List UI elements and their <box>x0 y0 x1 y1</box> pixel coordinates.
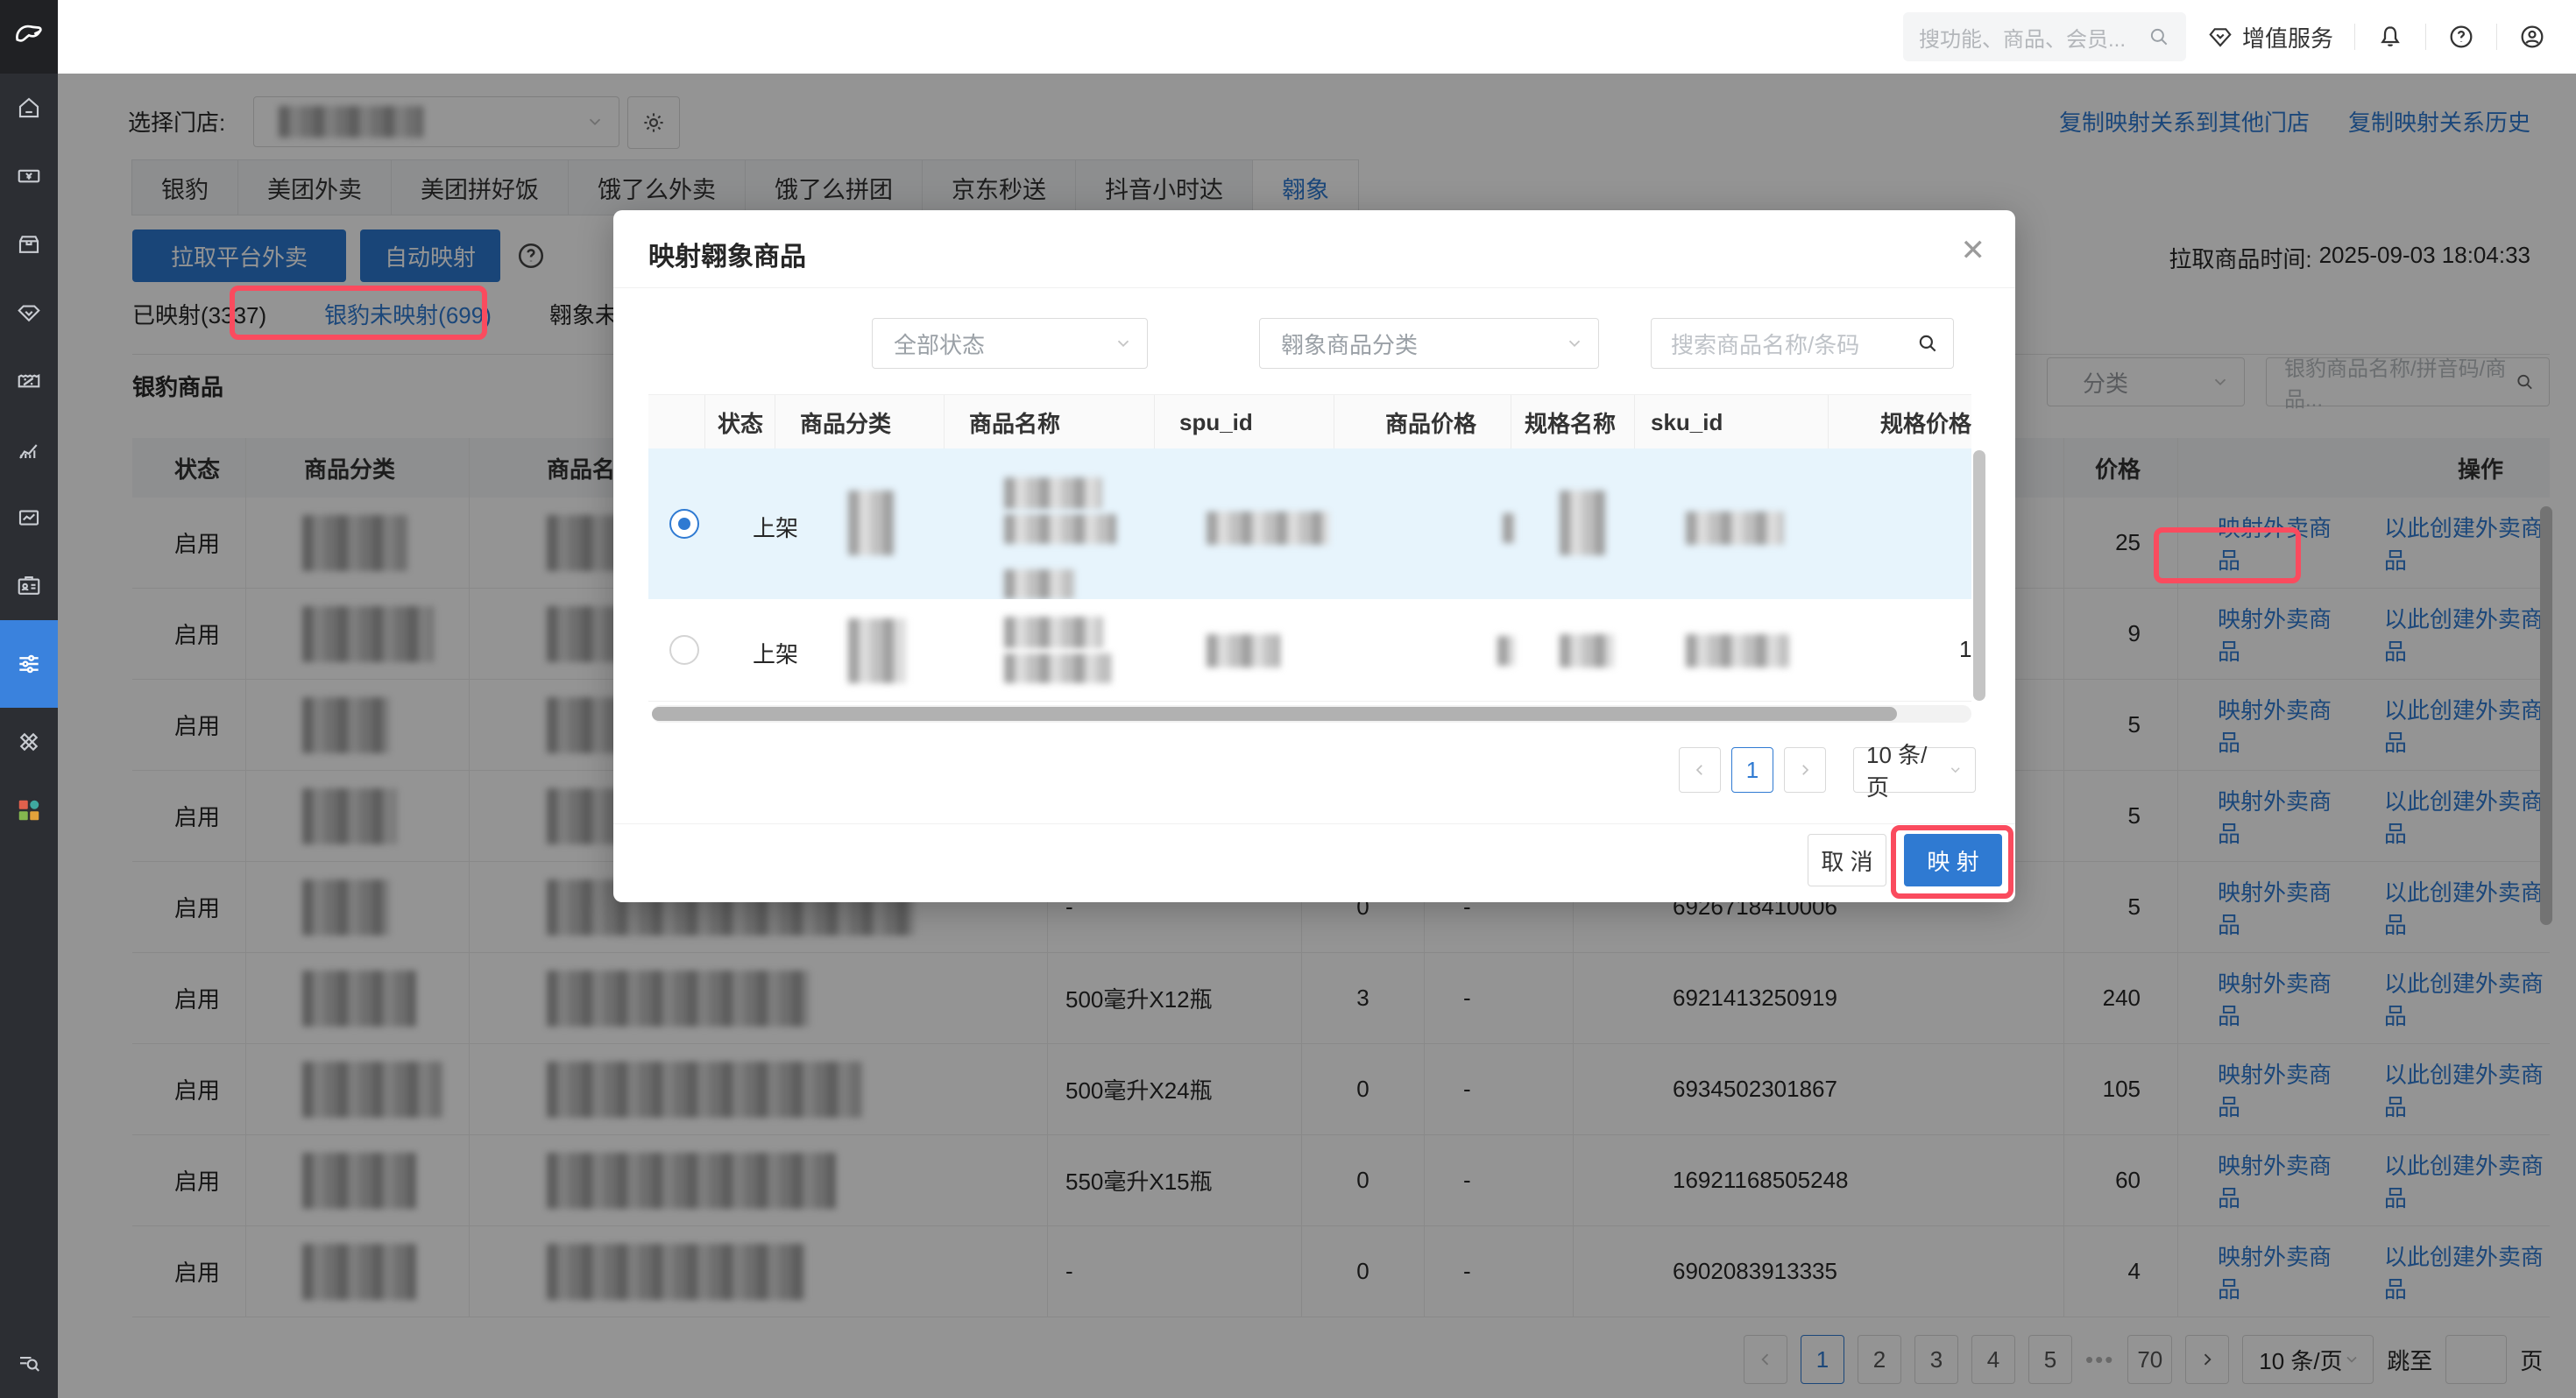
search-icon <box>2148 25 2170 48</box>
pospal-logo[interactable] <box>0 0 58 74</box>
sidebar-item-settings-active[interactable] <box>0 620 58 708</box>
modal-page-1-button[interactable]: 1 <box>1731 747 1773 793</box>
divider <box>613 823 2015 824</box>
sidebar-item-home[interactable] <box>0 74 58 142</box>
annotation-box-map-button <box>1891 825 2013 899</box>
id-card-icon <box>16 573 42 599</box>
package-icon <box>16 231 42 258</box>
sidebar-item-goods[interactable] <box>0 210 58 279</box>
avatar-icon[interactable] <box>2518 23 2546 51</box>
close-icon[interactable]: ✕ <box>1961 233 1986 268</box>
global-search-input[interactable]: 搜功能、商品、会员... <box>1903 12 2186 61</box>
topbar-divider <box>2354 24 2355 50</box>
modal-search-input[interactable]: 搜索商品名称/条码 <box>1651 318 1954 369</box>
home-icon <box>16 95 42 121</box>
modal-product-row[interactable]: 上架 1 <box>648 599 1971 702</box>
annotation-box-map-link <box>2154 527 2301 583</box>
bell-icon[interactable] <box>2376 23 2404 51</box>
status-filter-value: 全部状态 <box>894 328 985 360</box>
spec-price-partial: 1 <box>1959 636 1971 663</box>
value-added-services[interactable]: 增值服务 <box>2207 21 2333 53</box>
topbar-divider <box>2425 24 2426 50</box>
diamond-icon <box>16 300 42 326</box>
cash-icon <box>16 163 42 189</box>
radio-selected-icon[interactable] <box>669 509 699 539</box>
radio-unselected-icon[interactable] <box>669 635 699 665</box>
row-status: 上架 <box>753 637 798 669</box>
sidebar <box>0 0 58 1398</box>
modal-search-placeholder: 搜索商品名称/条码 <box>1671 328 1859 360</box>
coupon-icon <box>16 368 42 394</box>
report-icon <box>16 505 42 531</box>
leopard-logo-icon <box>11 19 46 54</box>
vas-label: 增值服务 <box>2242 21 2333 53</box>
topbar-divider <box>2496 24 2497 50</box>
modal-status-filter[interactable]: 全部状态 <box>872 318 1148 369</box>
help-icon[interactable] <box>2447 23 2475 51</box>
app-root: 搜功能、商品、会员... 增值服务 选择门店: <box>0 0 2576 1398</box>
chevron-left-icon <box>1692 762 1708 778</box>
chevron-down-icon <box>1114 334 1133 353</box>
crossed-tools-icon <box>16 729 42 755</box>
chevron-down-icon <box>1565 334 1584 353</box>
sidebar-item-tools[interactable] <box>0 708 58 776</box>
modal-horizontal-scrollbar[interactable] <box>652 705 1971 723</box>
vas-diamond-icon <box>2207 24 2233 50</box>
modal-category-filter[interactable]: 翱象商品分类 <box>1259 318 1599 369</box>
modal-table-header: 状态 商品分类 商品名称 spu_id 商品价格 规格名称 sku_id 规格价… <box>648 394 1971 450</box>
row-status: 上架 <box>753 511 798 543</box>
map-aoxiang-product-modal: 映射翱象商品 ✕ 全部状态 翱象商品分类 搜索商品名称/条码 状态 商品分类 商… <box>613 210 2015 902</box>
modal-vertical-scrollbar[interactable] <box>1973 450 1985 701</box>
search-icon <box>1916 332 1939 355</box>
topbar: 搜功能、商品、会员... 增值服务 <box>58 0 2576 74</box>
category-filter-value: 翱象商品分类 <box>1281 328 1418 360</box>
modal-page-size-value: 10 条/页 <box>1866 738 1948 802</box>
search-list-icon <box>16 1349 42 1375</box>
global-search-placeholder: 搜功能、商品、会员... <box>1919 22 2126 53</box>
sidebar-item-search-menu[interactable] <box>0 1338 58 1386</box>
annotation-box-unmapped-tab <box>230 286 487 340</box>
modal-prev-page-button[interactable] <box>1679 747 1721 793</box>
modal-page-size-select[interactable]: 10 条/页 <box>1853 747 1976 793</box>
sidebar-item-statistics[interactable] <box>0 415 58 484</box>
sidebar-item-staff[interactable] <box>0 552 58 620</box>
modal-next-page-button[interactable] <box>1784 747 1826 793</box>
modal-product-row[interactable]: 上架 <box>648 448 1971 600</box>
apps-grid-icon <box>16 797 42 823</box>
sidebar-item-apps[interactable] <box>0 776 58 844</box>
bar-chart-icon <box>16 436 42 462</box>
sidebar-item-cash[interactable] <box>0 142 58 210</box>
sliders-icon <box>15 650 43 678</box>
sidebar-item-promotion[interactable] <box>0 347 58 415</box>
chevron-right-icon <box>1797 762 1813 778</box>
modal-title: 映射翱象商品 <box>648 235 806 273</box>
cancel-button[interactable]: 取 消 <box>1808 834 1886 886</box>
divider <box>613 287 2015 288</box>
sidebar-item-membership[interactable] <box>0 279 58 347</box>
sidebar-item-report[interactable] <box>0 484 58 552</box>
chevron-down-icon <box>1948 762 1963 778</box>
